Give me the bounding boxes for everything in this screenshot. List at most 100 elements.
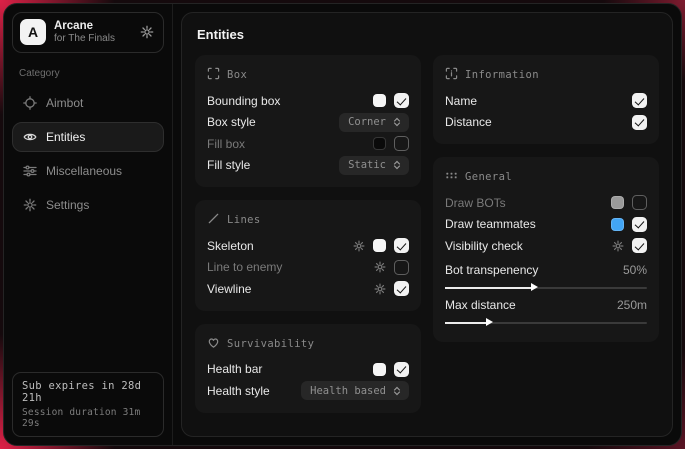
setting-label: Draw BOTs — [445, 196, 611, 210]
setting-row-line-to-enemy: Line to enemy — [207, 257, 409, 279]
setting-row-health-bar: Health bar — [207, 359, 409, 381]
gear-icon — [23, 198, 37, 212]
color-swatch[interactable] — [373, 239, 386, 252]
box-card: Box Bounding box Box style Corne — [195, 55, 421, 187]
slider-fill — [445, 322, 487, 324]
general-card-header: General — [445, 169, 647, 185]
sidebar-item-entities[interactable]: Entities — [12, 122, 164, 152]
checkbox[interactable] — [632, 93, 647, 108]
setting-label: Viewline — [207, 282, 374, 296]
sidebar-item-miscellaneous[interactable]: Miscellaneous — [12, 156, 164, 186]
checkbox[interactable] — [632, 115, 647, 130]
slider-value: 250m — [617, 298, 647, 312]
right-column: Information Name Distance — [433, 55, 659, 413]
card-title: Survivability — [227, 338, 314, 350]
dropdown-value: Static — [348, 159, 386, 171]
max-distance-slider[interactable] — [445, 322, 647, 324]
checkbox[interactable] — [394, 93, 409, 108]
unfold-icon — [392, 117, 402, 127]
bot-transparency-slider-block: Bot transpenency 50% — [445, 261, 647, 289]
sliders-icon — [23, 164, 37, 178]
setting-row-distance: Distance — [445, 112, 647, 134]
survivability-card: Survivability Health bar Health style — [195, 324, 421, 413]
setting-label: Health bar — [207, 362, 373, 376]
dropdown-value: Corner — [348, 116, 386, 128]
setting-label: Skeleton — [207, 239, 353, 253]
setting-label: Distance — [445, 115, 632, 129]
checkbox[interactable] — [632, 195, 647, 210]
sidebar-item-label: Aimbot — [46, 96, 83, 110]
info-scan-icon — [445, 67, 458, 83]
slider-value: 50% — [623, 263, 647, 277]
card-title: Information — [465, 69, 539, 81]
sidebar-item-label: Settings — [46, 198, 89, 212]
box-style-dropdown[interactable]: Corner — [339, 113, 409, 132]
slider-label: Bot transpenency — [445, 263, 538, 277]
general-card: General Draw BOTs Draw teammates — [433, 157, 659, 342]
bounding-brackets-icon — [207, 67, 220, 83]
gear-icon[interactable] — [140, 25, 154, 39]
crosshair-icon — [23, 96, 37, 110]
setting-row-draw-teammates: Draw teammates — [445, 214, 647, 236]
checkbox[interactable] — [394, 260, 409, 275]
setting-row-box-style: Box style Corner — [207, 112, 409, 134]
setting-row-skeleton: Skeleton — [207, 235, 409, 257]
app-subtitle: for The Finals — [54, 33, 115, 46]
session-duration-text: Session duration 31m 29s — [22, 407, 154, 429]
main-panel: Entities Box Bounding box — [181, 12, 673, 437]
setting-row-draw-bots: Draw BOTs — [445, 192, 647, 214]
heart-icon — [207, 336, 220, 352]
card-title: Lines — [227, 214, 261, 226]
color-swatch[interactable] — [373, 363, 386, 376]
setting-row-bounding-box: Bounding box — [207, 90, 409, 112]
checkbox[interactable] — [394, 238, 409, 253]
survivability-card-header: Survivability — [207, 336, 409, 352]
checkbox[interactable] — [394, 136, 409, 151]
checkbox[interactable] — [394, 281, 409, 296]
setting-label: Line to enemy — [207, 260, 374, 274]
checkbox[interactable] — [394, 362, 409, 377]
gear-icon[interactable] — [612, 240, 624, 252]
box-card-header: Box — [207, 67, 409, 83]
unfold-icon — [392, 386, 402, 396]
fill-style-dropdown[interactable]: Static — [339, 156, 409, 175]
card-title: General — [465, 171, 512, 183]
gear-icon[interactable] — [374, 283, 386, 295]
setting-row-viewline: Viewline — [207, 278, 409, 300]
slider-fill — [445, 287, 532, 289]
health-style-dropdown[interactable]: Health based — [301, 381, 409, 400]
grid-dots-icon — [445, 169, 458, 185]
setting-label: Fill box — [207, 137, 373, 151]
app-logo: A — [20, 19, 46, 45]
slider-label: Max distance — [445, 298, 516, 312]
setting-row-fill-box: Fill box — [207, 133, 409, 155]
checkbox[interactable] — [632, 238, 647, 253]
color-swatch[interactable] — [373, 137, 386, 150]
gear-icon[interactable] — [353, 240, 365, 252]
sub-expires-text: Sub expires in 28d 21h — [22, 380, 154, 404]
setting-label: Draw teammates — [445, 217, 611, 231]
setting-row-health-style: Health style Health based — [207, 380, 409, 402]
left-column: Box Bounding box Box style Corne — [195, 55, 421, 413]
max-distance-slider-block: Max distance 250m — [445, 296, 647, 324]
sidebar-item-label: Entities — [46, 130, 85, 144]
setting-label: Visibility check — [445, 239, 612, 253]
gear-icon[interactable] — [374, 261, 386, 273]
color-swatch[interactable] — [611, 218, 624, 231]
checkbox[interactable] — [632, 217, 647, 232]
bot-transparency-slider[interactable] — [445, 287, 647, 289]
lines-card-header: Lines — [207, 212, 409, 228]
sidebar-item-label: Miscellaneous — [46, 164, 122, 178]
color-swatch[interactable] — [373, 94, 386, 107]
unfold-icon — [392, 160, 402, 170]
color-swatch[interactable] — [611, 196, 624, 209]
sidebar-item-aimbot[interactable]: Aimbot — [12, 88, 164, 118]
information-card-header: Information — [445, 67, 647, 83]
sidebar-item-settings[interactable]: Settings — [12, 190, 164, 220]
entities-eye-icon — [23, 130, 37, 144]
setting-label: Bounding box — [207, 94, 373, 108]
setting-label: Box style — [207, 115, 339, 129]
setting-row-name: Name — [445, 90, 647, 112]
dropdown-value: Health based — [310, 385, 386, 397]
setting-label: Name — [445, 94, 632, 108]
